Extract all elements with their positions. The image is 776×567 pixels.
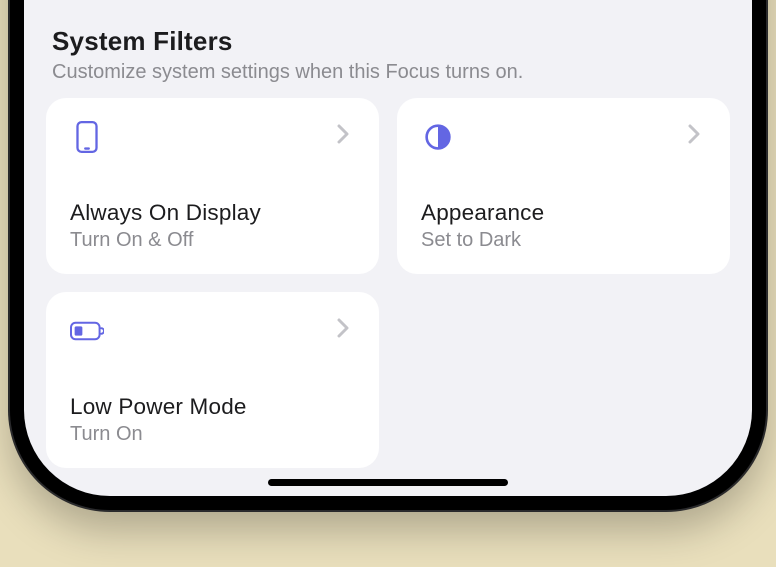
filter-card-always-on-display[interactable]: Always On Display Turn On & Off [46, 98, 379, 274]
filter-card-title: Low Power Mode [70, 394, 355, 420]
filter-card-title: Always On Display [70, 200, 355, 226]
home-indicator[interactable] [268, 479, 508, 486]
filter-card-subtitle: Set to Dark [421, 229, 706, 252]
battery-icon [70, 314, 104, 348]
phone-icon [70, 120, 104, 154]
filter-card-title: Appearance [421, 200, 706, 226]
chevron-right-icon [337, 318, 355, 336]
settings-section: System Filters Customize system settings… [24, 0, 752, 496]
chevron-right-icon [337, 124, 355, 142]
half-circle-icon [421, 120, 455, 154]
filter-card-low-power-mode[interactable]: Low Power Mode Turn On [46, 292, 379, 468]
section-title: System Filters [52, 26, 724, 57]
filter-card-appearance[interactable]: Appearance Set to Dark [397, 98, 730, 274]
section-subtitle: Customize system settings when this Focu… [52, 61, 724, 84]
filter-card-grid: Always On Display Turn On & Off [46, 98, 730, 468]
chevron-right-icon [688, 124, 706, 142]
section-header: System Filters Customize system settings… [52, 26, 724, 84]
phone-screen: System Filters Customize system settings… [24, 0, 752, 496]
phone-frame: System Filters Customize system settings… [10, 0, 766, 510]
filter-card-subtitle: Turn On [70, 423, 355, 446]
filter-card-subtitle: Turn On & Off [70, 229, 355, 252]
